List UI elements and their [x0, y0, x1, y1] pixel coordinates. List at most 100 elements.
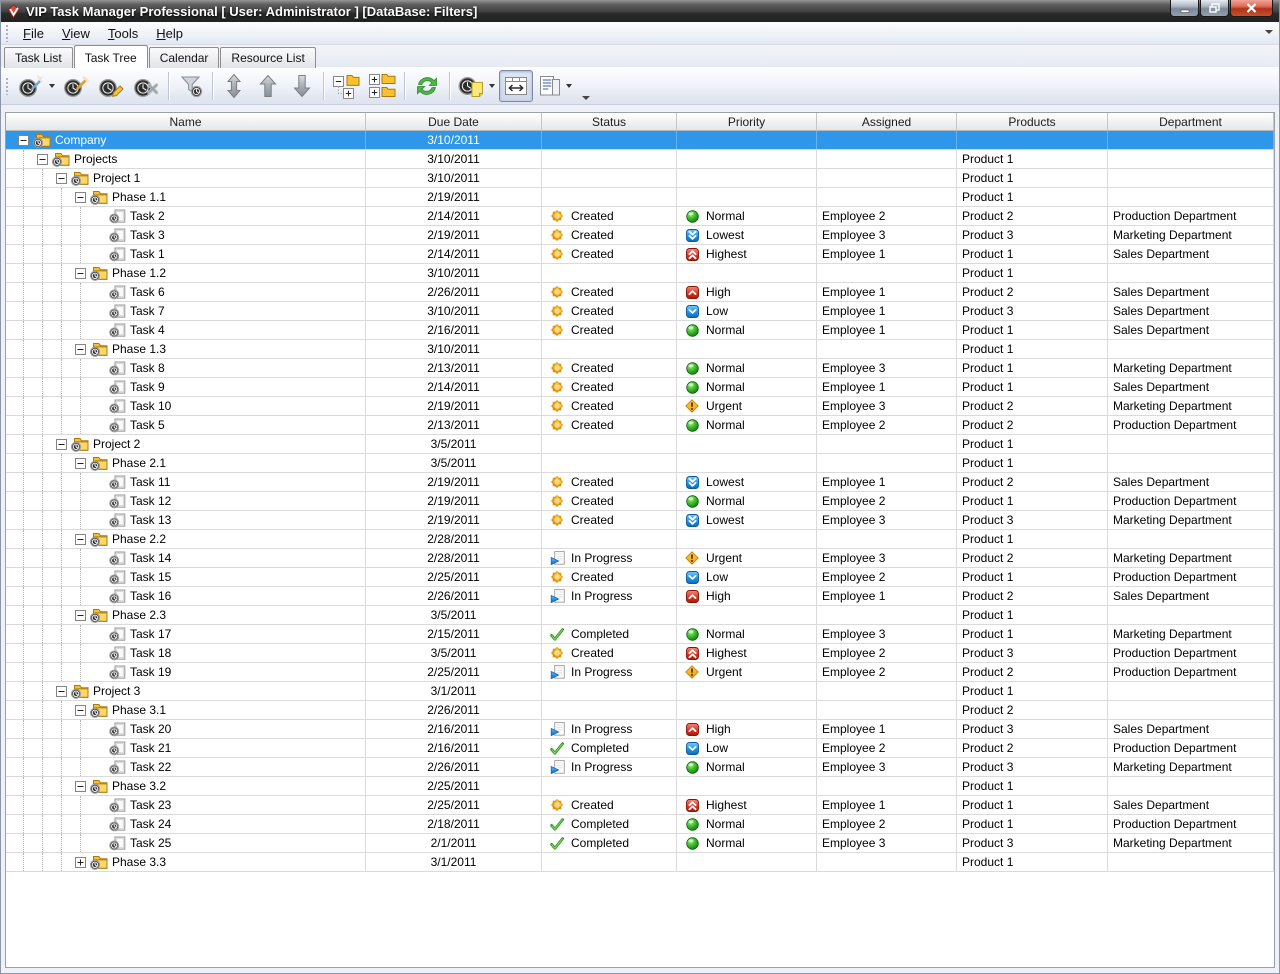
collapse-node-icon[interactable] [37, 154, 48, 165]
table-row[interactable]: Project 13/10/2011Product 1 [6, 169, 1274, 188]
table-row[interactable]: Phase 3.12/26/2011Product 2 [6, 701, 1274, 720]
minimize-button[interactable] [1170, 0, 1199, 17]
table-row[interactable]: Task 183/5/2011CreatedHighestEmployee 2P… [6, 644, 1274, 663]
menu-item-tools[interactable]: Tools [99, 23, 147, 44]
table-row[interactable]: Phase 1.12/19/2011Product 1 [6, 188, 1274, 207]
cell-due: 2/15/2011 [366, 625, 542, 643]
collapse-node-icon[interactable] [56, 173, 67, 184]
collapse-node-icon[interactable] [75, 344, 86, 355]
add-task-button[interactable] [59, 70, 94, 102]
table-row[interactable]: Task 42/16/2011CreatedNormalEmployee 1Pr… [6, 321, 1274, 340]
edit-task-button[interactable] [94, 70, 129, 102]
tab-resource-list[interactable]: Resource List [220, 47, 315, 68]
table-row[interactable]: Phase 1.23/10/2011Product 1 [6, 264, 1274, 283]
column-header-status[interactable]: Status [542, 113, 677, 130]
column-header-priority[interactable]: Priority [677, 113, 817, 130]
table-row[interactable]: Phase 2.13/5/2011Product 1 [6, 454, 1274, 473]
duplicate-task-button[interactable] [454, 70, 499, 102]
toolbar-separator [449, 72, 450, 100]
cell-text: Employee 2 [822, 570, 885, 584]
move-up-button[interactable] [251, 70, 285, 102]
table-row[interactable]: Project 33/1/2011Product 1 [6, 682, 1274, 701]
toolbar-overflow-icon[interactable] [582, 96, 590, 100]
menu-item-help[interactable]: Help [147, 23, 192, 44]
table-row[interactable]: Phase 2.22/28/2011Product 1 [6, 530, 1274, 549]
move-down-button[interactable] [285, 70, 319, 102]
column-header-assigned[interactable]: Assigned [817, 113, 957, 130]
table-row[interactable]: Task 132/19/2011CreatedLowestEmployee 3P… [6, 511, 1274, 530]
collapse-node-icon[interactable] [75, 458, 86, 469]
collapse-node-icon[interactable] [75, 192, 86, 203]
table-row[interactable]: Task 62/26/2011CreatedHighEmployee 1Prod… [6, 283, 1274, 302]
column-header-department[interactable]: Department [1108, 113, 1274, 130]
table-row[interactable]: Task 212/16/2011CompletedLowEmployee 2Pr… [6, 739, 1274, 758]
priority-lowest-icon [684, 514, 700, 527]
delete-task-button[interactable] [129, 70, 164, 102]
table-row[interactable]: Task 82/13/2011CreatedNormalEmployee 3Pr… [6, 359, 1274, 378]
table-row[interactable]: Task 192/25/2011In ProgressUrgentEmploye… [6, 663, 1274, 682]
customize-columns-button[interactable] [533, 70, 576, 102]
cell-text: Sales Department [1113, 589, 1209, 603]
clock-note-icon [458, 73, 485, 99]
restore-button[interactable] [1200, 0, 1229, 17]
cell-assigned: Employee 3 [817, 758, 957, 776]
table-row[interactable]: Task 222/26/2011In ProgressNormalEmploye… [6, 758, 1274, 777]
fit-columns-button[interactable] [499, 70, 533, 102]
cell-text: Lowest [706, 513, 744, 527]
table-row[interactable]: Task 102/19/2011CreatedUrgentEmployee 3P… [6, 397, 1274, 416]
table-row[interactable]: Task 232/25/2011CreatedHighestEmployee 1… [6, 796, 1274, 815]
tab-task-tree[interactable]: Task Tree [74, 45, 148, 68]
collapse-node-icon[interactable] [18, 135, 29, 146]
column-header-name[interactable]: Name [6, 113, 366, 130]
table-row[interactable]: Phase 1.33/10/2011Product 1 [6, 340, 1274, 359]
table-row[interactable]: Task 142/28/2011In ProgressUrgentEmploye… [6, 549, 1274, 568]
refresh-button[interactable] [409, 70, 445, 102]
collapse-node-icon[interactable] [56, 686, 67, 697]
chevron-down-icon[interactable] [566, 84, 572, 88]
table-row[interactable]: Phase 2.33/5/2011Product 1 [6, 606, 1274, 625]
tab-calendar[interactable]: Calendar [149, 47, 220, 68]
collapse-node-icon[interactable] [56, 439, 67, 450]
collapse-node-icon[interactable] [75, 610, 86, 621]
column-header-due[interactable]: Due Date [366, 113, 542, 130]
table-row[interactable]: Company3/10/2011 [6, 131, 1274, 150]
expand-all-button[interactable] [364, 70, 400, 102]
close-button[interactable] [1230, 0, 1273, 17]
move-up-down-button[interactable] [217, 70, 251, 102]
table-row[interactable]: Task 252/1/2011CompletedNormalEmployee 3… [6, 834, 1274, 853]
menu-item-file[interactable]: File [14, 23, 53, 44]
chevron-down-icon[interactable] [49, 84, 55, 88]
table-row[interactable]: Task 52/13/2011CreatedNormalEmployee 2Pr… [6, 416, 1274, 435]
table-row[interactable]: Phase 3.22/25/2011Product 1 [6, 777, 1274, 796]
table-row[interactable]: Projects3/10/2011Product 1 [6, 150, 1274, 169]
new-task-button[interactable] [14, 70, 59, 102]
collapse-node-icon[interactable] [75, 534, 86, 545]
table-row[interactable]: Task 202/16/2011In ProgressHighEmployee … [6, 720, 1274, 739]
cell-assigned [817, 264, 957, 282]
table-row[interactable]: Project 23/5/2011Product 1 [6, 435, 1274, 454]
table-row[interactable]: Task 73/10/2011CreatedLowEmployee 1Produ… [6, 302, 1274, 321]
collapse-all-button[interactable] [328, 70, 364, 102]
filter-button[interactable] [173, 70, 208, 102]
expand-node-icon[interactable] [75, 857, 86, 868]
table-row[interactable]: Task 172/15/2011CompletedNormalEmployee … [6, 625, 1274, 644]
menu-item-view[interactable]: View [53, 23, 99, 44]
table-row[interactable]: Task 242/18/2011CompletedNormalEmployee … [6, 815, 1274, 834]
collapse-node-icon[interactable] [75, 781, 86, 792]
table-row[interactable]: Task 32/19/2011CreatedLowestEmployee 3Pr… [6, 226, 1274, 245]
tree-node-task-2: Task 2 [6, 207, 366, 225]
table-row[interactable]: Task 22/14/2011CreatedNormalEmployee 2Pr… [6, 207, 1274, 226]
tab-task-list[interactable]: Task List [4, 47, 73, 68]
column-header-products[interactable]: Products [957, 113, 1108, 130]
table-row[interactable]: Task 12/14/2011CreatedHighestEmployee 1P… [6, 245, 1274, 264]
collapse-node-icon[interactable] [75, 705, 86, 716]
table-row[interactable]: Task 122/19/2011CreatedNormalEmployee 2P… [6, 492, 1274, 511]
table-row[interactable]: Task 92/14/2011CreatedNormalEmployee 1Pr… [6, 378, 1274, 397]
table-row[interactable]: Task 162/26/2011In ProgressHighEmployee … [6, 587, 1274, 606]
table-row[interactable]: Phase 3.33/1/2011Product 1 [6, 853, 1274, 872]
collapse-node-icon[interactable] [75, 268, 86, 279]
menubar-overflow-icon[interactable] [1265, 30, 1273, 34]
table-row[interactable]: Task 152/25/2011CreatedLowEmployee 2Prod… [6, 568, 1274, 587]
chevron-down-icon[interactable] [489, 84, 495, 88]
table-row[interactable]: Task 112/19/2011CreatedLowestEmployee 1P… [6, 473, 1274, 492]
